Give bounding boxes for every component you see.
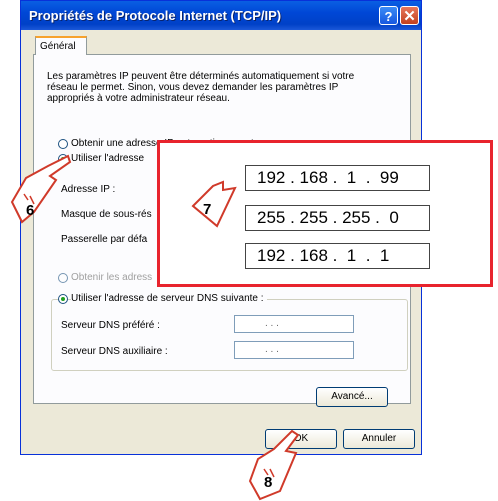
help-button[interactable]: ? bbox=[379, 6, 398, 25]
radio-use-dns[interactable] bbox=[58, 294, 68, 304]
preferred-dns-input[interactable]: . . . bbox=[234, 315, 354, 333]
preferred-dns-label: Serveur DNS préféré : bbox=[61, 320, 160, 331]
zoom-gateway-field[interactable]: 192 . 168 . 1 . 1 bbox=[245, 243, 430, 269]
window-title: Propriétés de Protocole Internet (TCP/IP… bbox=[29, 8, 282, 23]
dns-group bbox=[51, 299, 408, 371]
step-6-pointer-icon: 6 bbox=[10, 154, 72, 224]
description-text: Les paramètres IP peuvent être déterminé… bbox=[47, 71, 355, 104]
alternate-dns-input[interactable]: . . . bbox=[234, 341, 354, 359]
step-6-number: 6 bbox=[26, 202, 34, 219]
use-dns-label: Utiliser l'adresse de serveur DNS suivan… bbox=[71, 293, 267, 304]
title-bar[interactable]: Propriétés de Protocole Internet (TCP/IP… bbox=[21, 1, 421, 30]
preferred-dns-value: . . . bbox=[265, 318, 279, 329]
step-8-pointer-icon: 8 bbox=[248, 429, 300, 501]
zoom-ip-address-field[interactable]: 192 . 168 . 1 . 99 bbox=[245, 165, 430, 191]
step-7-number: 7 bbox=[203, 201, 211, 218]
tab-general[interactable]: Général bbox=[35, 36, 87, 55]
zoom-subnet-mask-field[interactable]: 255 . 255 . 255 . 0 bbox=[245, 205, 430, 231]
radio-obtain-ip-auto[interactable] bbox=[58, 139, 68, 149]
cancel-button[interactable]: Annuler bbox=[343, 429, 415, 449]
obtain-dns-auto-label: Obtenir les adress bbox=[71, 272, 153, 283]
close-button[interactable]: ✕ bbox=[400, 6, 419, 25]
subnet-mask-label: Masque de sous-rés bbox=[61, 209, 152, 220]
step-7-pointer-icon: 7 bbox=[191, 180, 237, 228]
alternate-dns-value: . . . bbox=[265, 344, 279, 355]
use-ip-label: Utiliser l'adresse bbox=[71, 153, 145, 164]
radio-obtain-dns-auto[interactable] bbox=[58, 273, 68, 283]
advanced-button[interactable]: Avancé... bbox=[316, 387, 388, 407]
alternate-dns-label: Serveur DNS auxiliaire : bbox=[61, 346, 168, 357]
step-8-number: 8 bbox=[264, 474, 272, 491]
gateway-label: Passerelle par défa bbox=[61, 234, 148, 245]
